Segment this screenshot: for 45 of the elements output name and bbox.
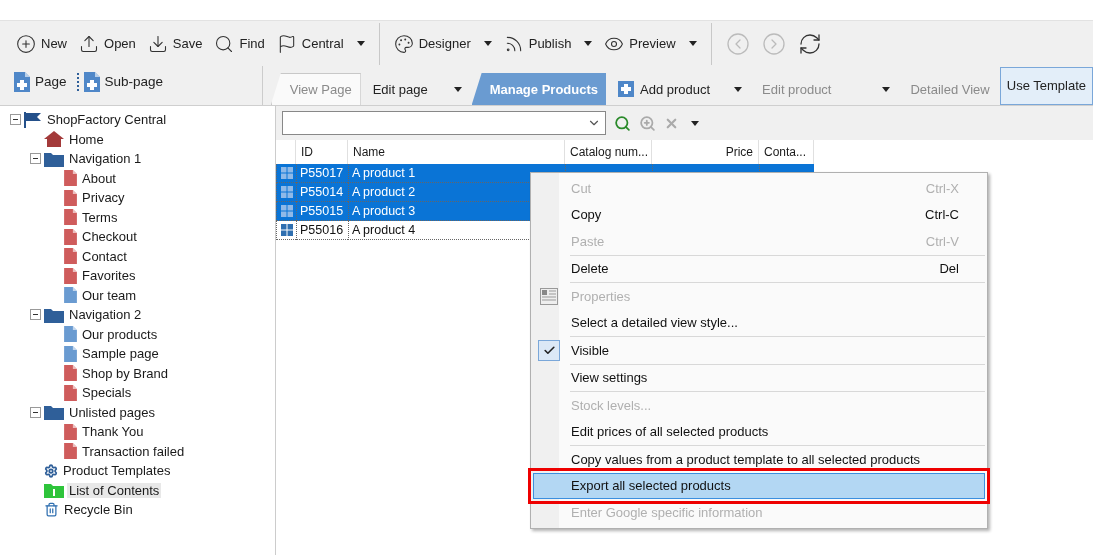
table-cell: P55015 — [296, 202, 348, 221]
tree-item[interactable]: ShopFactory Central — [45, 112, 169, 128]
tree-item[interactable]: Privacy — [80, 190, 127, 206]
tab[interactable]: Add product — [608, 73, 751, 105]
toolbar-button[interactable]: Preview — [600, 29, 701, 58]
tree-item[interactable]: Transaction failed — [80, 443, 187, 459]
tree-item[interactable]: Product Templates — [61, 463, 173, 479]
tree-item[interactable]: Recycle Bin — [62, 502, 135, 518]
menu-item[interactable]: Visible — [533, 337, 985, 364]
menu-item[interactable]: Copy values from a product template to all selected products — [533, 446, 985, 473]
use-template-button[interactable]: Use Template — [999, 66, 1093, 105]
toolbar-button[interactable]: Save — [143, 29, 207, 58]
tree-item[interactable]: Navigation 1 — [67, 151, 144, 167]
tree-item[interactable]: Contact — [80, 248, 129, 264]
table-cell: P55014 — [296, 183, 348, 202]
table-cell: P55016 — [296, 221, 348, 240]
tree-item[interactable]: Sample page — [80, 346, 161, 362]
tree-item[interactable]: Favorites — [80, 268, 138, 284]
toolbar-button[interactable]: Central — [272, 29, 369, 58]
toolbar-button[interactable]: Publish — [499, 29, 597, 58]
tree-item[interactable]: Our team — [80, 287, 139, 303]
tree-item[interactable]: Specials — [80, 385, 134, 401]
toolbar-button[interactable]: New — [12, 29, 71, 58]
menu-item[interactable]: Edit prices of all selected products — [533, 418, 985, 445]
menu-item[interactable]: View settings — [533, 364, 985, 391]
tree-item[interactable]: Unlisted pages — [67, 404, 157, 420]
toolbar-button[interactable]: Open — [75, 29, 140, 58]
tree-item[interactable]: List of Contents — [67, 482, 162, 498]
tree-item[interactable]: Home — [67, 131, 106, 147]
tab[interactable]: Edit page — [362, 73, 470, 105]
toolbar-button[interactable]: Designer — [389, 29, 496, 58]
new-page-button[interactable]: Page — [14, 71, 67, 92]
tree-item[interactable]: About — [80, 170, 118, 186]
tree-item[interactable]: Thank You — [80, 424, 146, 440]
menu-item[interactable]: Select a detailed view style... — [533, 309, 985, 336]
toolbar-button[interactable]: Find — [210, 29, 269, 58]
new-subpage-button[interactable]: Sub-page — [76, 71, 164, 92]
tree-item[interactable]: Our products — [80, 326, 160, 342]
tree-item[interactable]: Navigation 2 — [67, 307, 144, 323]
table-cell: A product 1 — [348, 164, 565, 183]
menu-item[interactable]: Delete Del — [533, 255, 985, 282]
table-cell: P55017 — [296, 164, 348, 183]
tree-item[interactable]: Checkout — [80, 229, 139, 245]
tree-item[interactable]: Terms — [80, 209, 120, 225]
tree-item[interactable]: Shop by Brand — [80, 365, 170, 381]
